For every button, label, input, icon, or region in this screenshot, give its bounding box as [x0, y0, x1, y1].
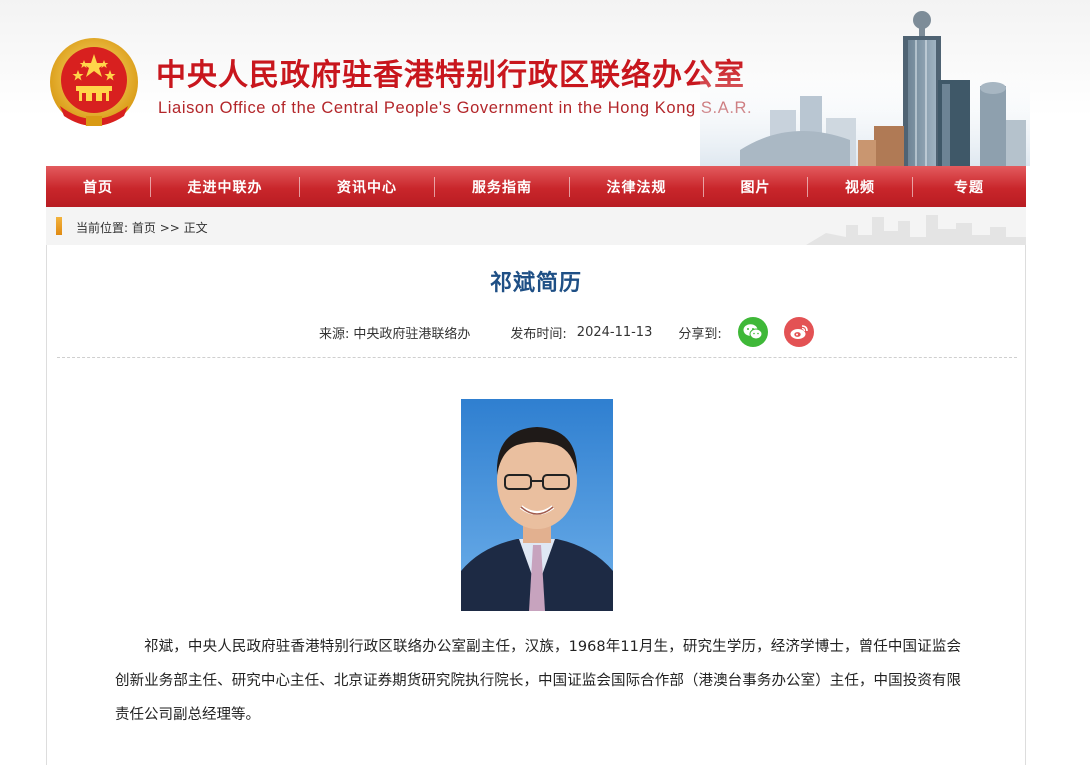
date-value: 2024-11-13 — [576, 324, 653, 340]
nav-item-news[interactable]: 资讯中心 — [300, 166, 434, 207]
nav-item-topics[interactable]: 专题 — [913, 166, 1025, 207]
article-body: 祁斌，中央人民政府驻香港特别行政区联络办公室副主任，汉族，1968年11月生，研… — [115, 638, 961, 723]
breadcrumb-current: 正文 — [183, 221, 208, 235]
breadcrumb-bar: 当前位置: 首页 >> 正文 — [46, 207, 1026, 245]
portrait-photo — [461, 399, 613, 611]
article-meta: 来源: 中央政府驻港联络办 发布时间: 2024-11-13 分享到: — [319, 317, 830, 347]
breadcrumb: 当前位置: 首页 >> 正文 — [76, 219, 208, 236]
main-nav: 首页 走进中联办 资讯中心 服务指南 法律法规 图片 视频 专题 — [46, 166, 1026, 208]
share-weibo-button[interactable] — [783, 317, 814, 347]
article-title: 祁斌简历 — [489, 271, 582, 296]
nav-item-home[interactable]: 首页 — [46, 166, 150, 207]
nav-item-laws[interactable]: 法律法规 — [570, 166, 703, 207]
source-label: 来源: — [319, 326, 350, 342]
breadcrumb-home-link[interactable]: 首页 — [132, 221, 156, 235]
breadcrumb-marker-icon — [56, 217, 62, 235]
city-silhouette-decoration — [806, 215, 1026, 245]
date-label: 发布时间: — [510, 326, 567, 342]
nav-item-video[interactable]: 视频 — [808, 166, 912, 207]
national-emblem-icon — [50, 38, 138, 126]
wechat-icon — [743, 324, 763, 340]
source-value: 中央政府驻港联络办 — [353, 326, 471, 342]
site-header: 中央人民政府驻香港特别行政区联络办公室 Liaison Office of th… — [0, 0, 1090, 166]
breadcrumb-prefix: 当前位置: — [76, 221, 129, 235]
nav-item-about[interactable]: 走进中联办 — [151, 166, 299, 207]
weibo-icon — [790, 325, 808, 339]
share-wechat-button[interactable] — [737, 317, 768, 347]
article-container: 祁斌简历 来源: 中央政府驻港联络办 发布时间: 2024-11-13 分享到: — [46, 245, 1026, 765]
breadcrumb-separator: >> — [159, 221, 180, 235]
site-title-cn: 中央人民政府驻香港特别行政区联络办公室 — [156, 58, 745, 93]
hong-kong-skyline-image — [700, 11, 1030, 166]
meta-divider — [57, 357, 1017, 358]
nav-item-services[interactable]: 服务指南 — [435, 166, 569, 207]
nav-item-pictures[interactable]: 图片 — [704, 166, 807, 207]
site-title-en: Liaison Office of the Central People's G… — [158, 99, 753, 117]
share-label: 分享到: — [678, 326, 722, 342]
